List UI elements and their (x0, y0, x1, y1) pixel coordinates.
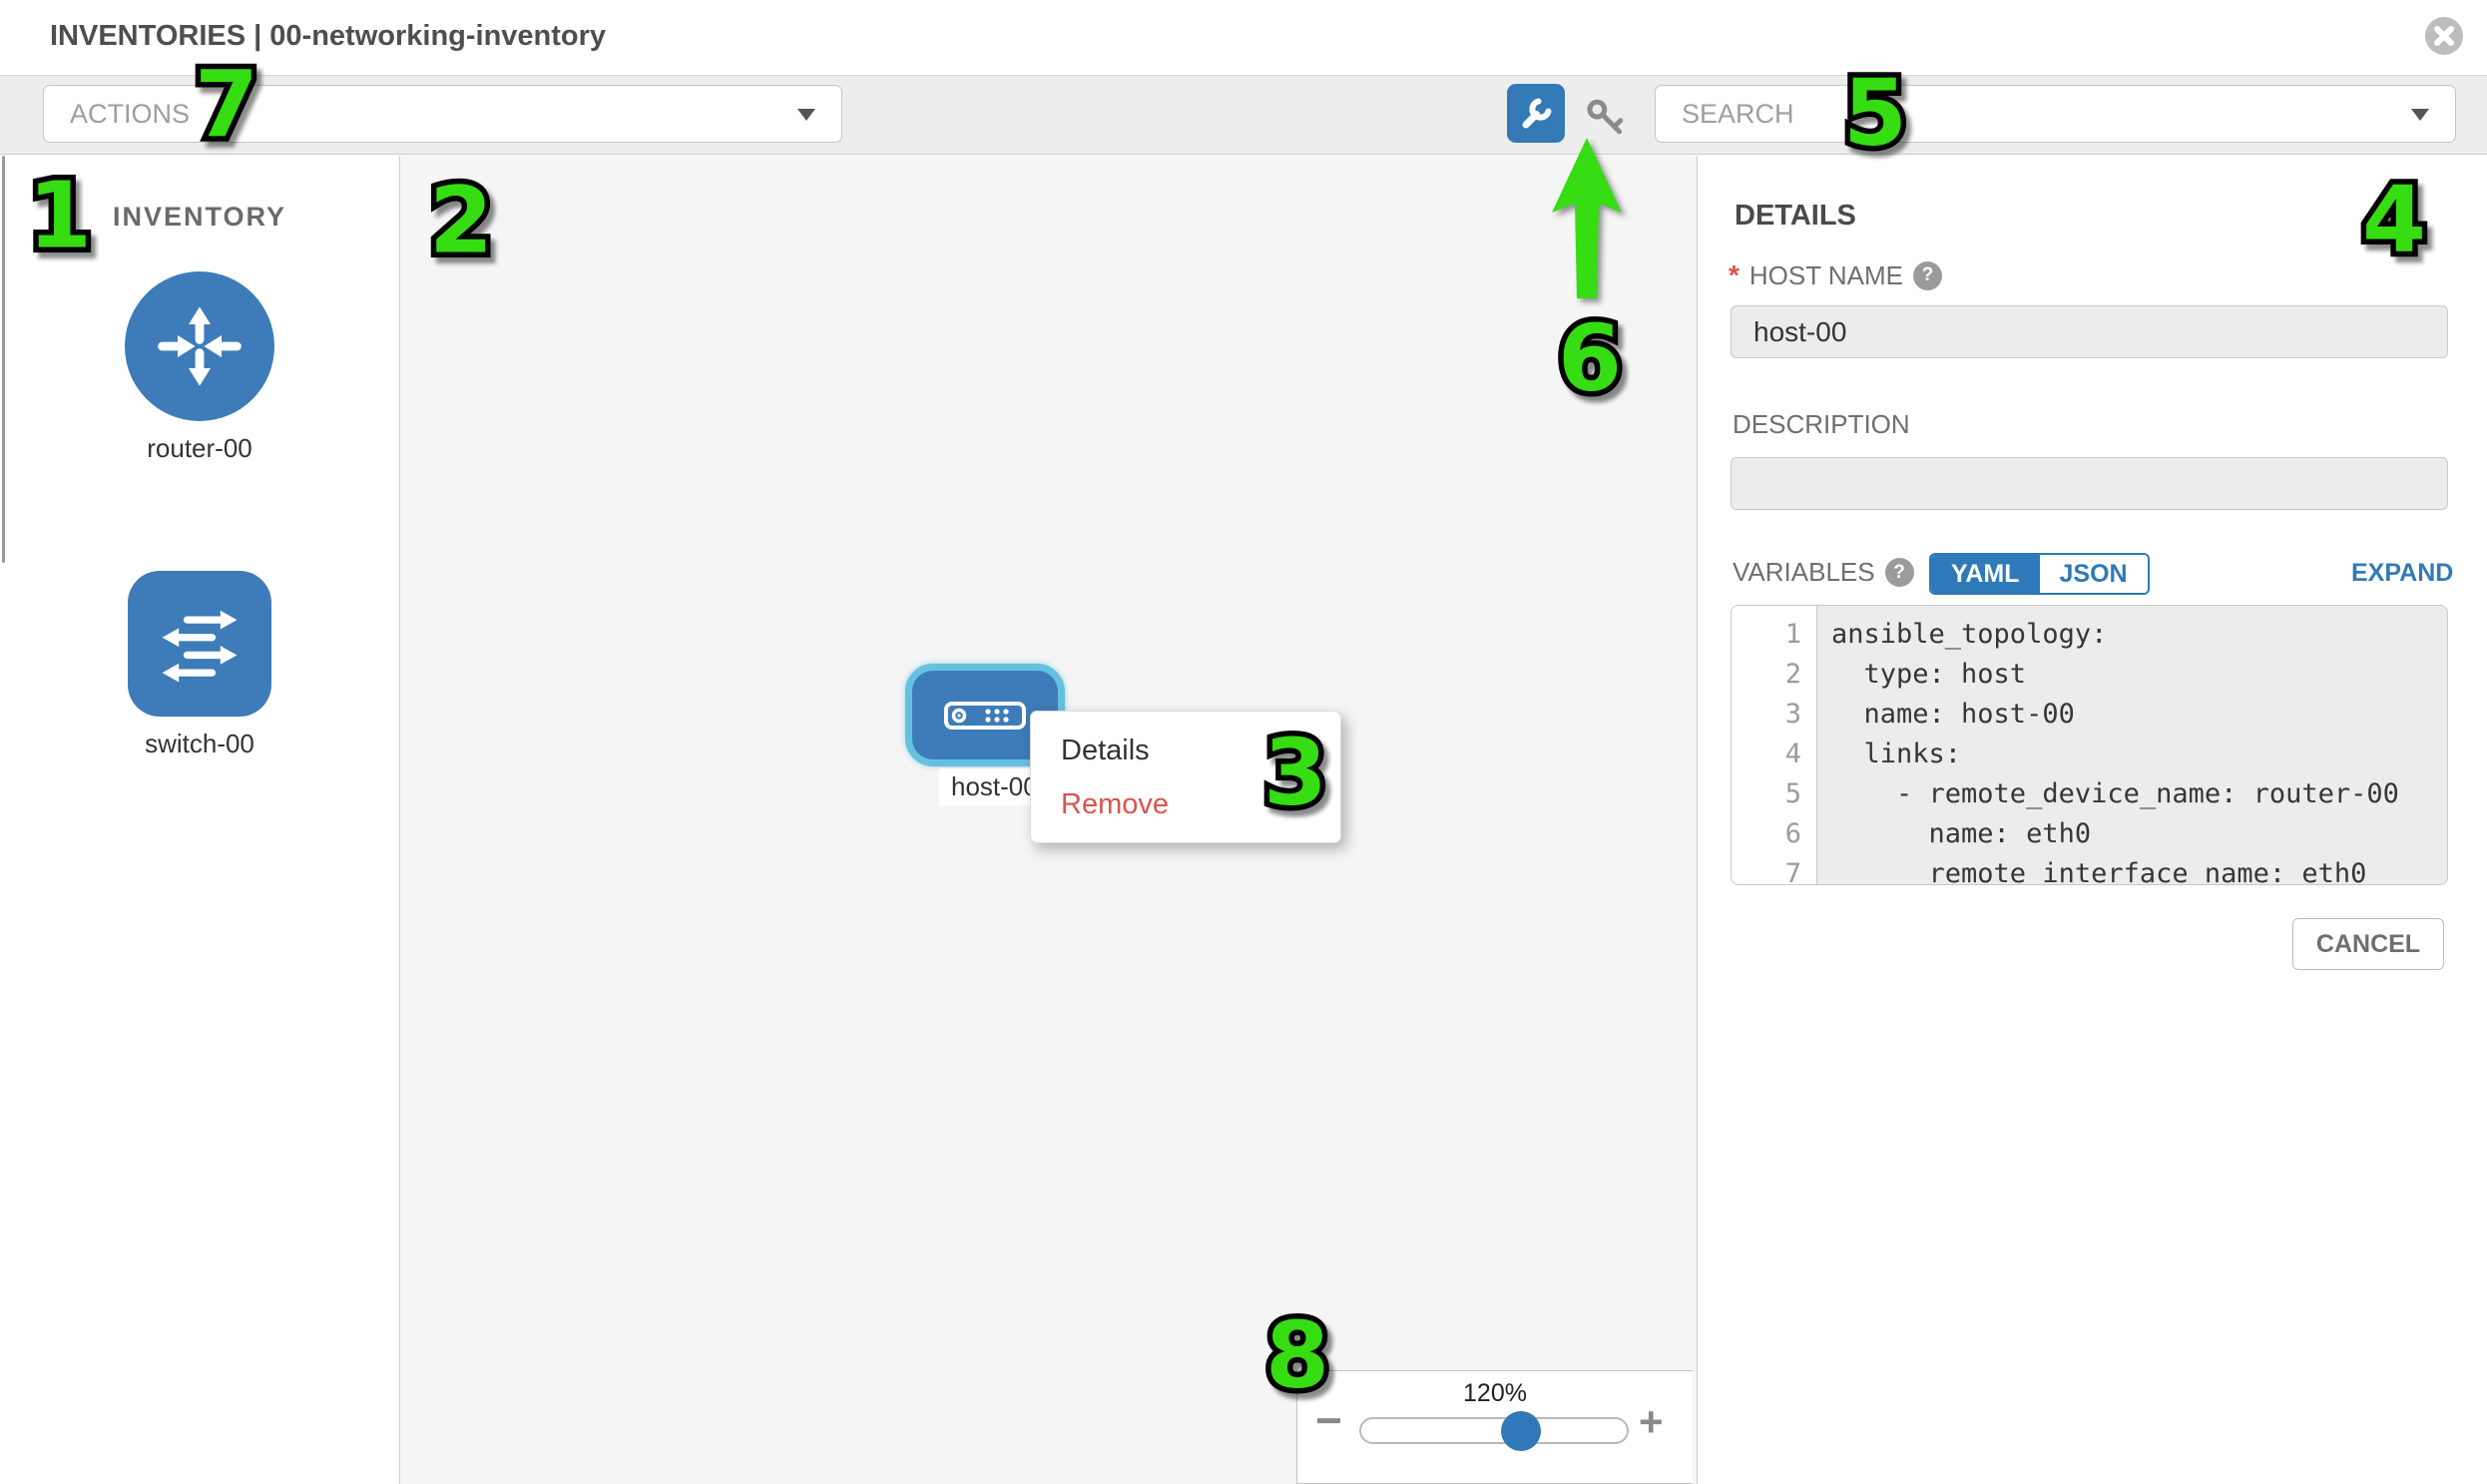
description-label-row: DESCRIPTION (1733, 409, 1910, 440)
variables-editor[interactable]: 1 ansible_topology: 2 type: host 3 name:… (1731, 605, 2448, 885)
help-icon[interactable]: ? (1913, 261, 1942, 290)
palette-item-label: switch-00 (145, 729, 254, 759)
host-icon (944, 702, 1026, 730)
variables-format-toggle: YAML JSON (1929, 553, 2150, 595)
actions-dropdown-placeholder: ACTIONS (70, 99, 190, 130)
palette-item-label: router-00 (147, 433, 252, 464)
chevron-down-icon (2411, 109, 2429, 121)
sidebar-heading: INVENTORY (0, 202, 399, 233)
description-input[interactable] (1731, 457, 2448, 510)
breadcrumb: INVENTORIES | 00-networking-inventory (50, 20, 606, 53)
description-label: DESCRIPTION (1733, 409, 1910, 440)
required-marker: * (1729, 259, 1740, 291)
palette-item-switch[interactable]: switch-00 (0, 571, 399, 759)
app-window: INVENTORIES | 00-networking-inventory AC… (0, 0, 2487, 1484)
line-text: remote_interface_name: eth0 (1817, 858, 2366, 886)
inventory-sidebar: INVENTORY router-00 (0, 156, 400, 1484)
close-icon[interactable] (2425, 17, 2463, 55)
line-text: ansible_topology: (1817, 619, 2107, 650)
host-name-input[interactable] (1731, 305, 2448, 358)
line-number: 7 (1732, 858, 1817, 886)
topology-canvas[interactable]: host-00 Details Remove 120% − + (400, 156, 1698, 1484)
zoom-slider[interactable] (1359, 1417, 1629, 1444)
zoom-in-button[interactable]: + (1639, 1399, 1664, 1445)
code-line: 1 ansible_topology: (1732, 614, 2447, 654)
line-number: 2 (1732, 659, 1817, 690)
editor-code: 1 ansible_topology: 2 type: host 3 name:… (1732, 614, 2447, 885)
palette-item-router[interactable]: router-00 (0, 271, 399, 464)
zoom-level: 120% (1297, 1379, 1693, 1408)
search-dropdown-placeholder: SEARCH (1682, 99, 1794, 130)
node-context-menu: Details Remove (1030, 711, 1341, 843)
toolbar: ACTIONS SEARCH (0, 75, 2487, 155)
line-number: 5 (1732, 778, 1817, 809)
switch-icon (128, 571, 271, 717)
line-text: name: host-00 (1817, 699, 2075, 730)
line-number: 3 (1732, 699, 1817, 730)
line-text: name: eth0 (1817, 818, 2091, 849)
line-number: 1 (1732, 619, 1817, 650)
line-text: type: host (1817, 659, 2026, 690)
details-heading: DETAILS (1735, 200, 1856, 233)
chevron-down-icon (797, 109, 815, 121)
x-glyph (2433, 25, 2455, 47)
line-number: 4 (1732, 739, 1817, 769)
cancel-button[interactable]: CANCEL (2292, 918, 2444, 970)
menu-item-details[interactable]: Details (1031, 724, 1340, 777)
code-line: 2 type: host (1732, 654, 2447, 694)
details-panel: DETAILS * HOST NAME ? DESCRIPTION VARIAB… (1699, 156, 2487, 1484)
key-button[interactable] (1582, 96, 1630, 138)
router-icon (125, 271, 274, 421)
host-name-label-row: * HOST NAME ? (1729, 259, 1942, 291)
title-bar: INVENTORIES | 00-networking-inventory (0, 0, 2487, 75)
zoom-widget: 120% − + (1296, 1370, 1693, 1484)
code-line: 4 links: (1732, 734, 2447, 773)
configure-button[interactable] (1507, 84, 1565, 143)
key-icon (1583, 96, 1629, 138)
menu-item-remove[interactable]: Remove (1031, 777, 1340, 831)
variables-label: VARIABLES (1733, 557, 1875, 588)
help-icon[interactable]: ? (1885, 558, 1914, 587)
variables-label-row: VARIABLES ? (1733, 557, 1914, 588)
wrench-icon (1516, 94, 1556, 134)
code-line: 5 - remote_device_name: router-00 (1732, 773, 2447, 813)
line-text: links: (1817, 739, 1961, 769)
code-line: 6 name: eth0 (1732, 813, 2447, 853)
host-name-label: HOST NAME (1749, 260, 1903, 291)
search-dropdown[interactable]: SEARCH (1655, 85, 2456, 143)
tab-json[interactable]: JSON (2040, 555, 2148, 593)
code-line: 3 name: host-00 (1732, 694, 2447, 734)
code-line: 7 remote_interface_name: eth0 (1732, 853, 2447, 885)
zoom-slider-thumb[interactable] (1501, 1411, 1541, 1451)
line-text: - remote_device_name: router-00 (1817, 778, 2399, 809)
expand-link[interactable]: EXPAND (2351, 559, 2453, 588)
line-number: 6 (1732, 818, 1817, 849)
tab-yaml[interactable]: YAML (1931, 555, 2040, 593)
actions-dropdown[interactable]: ACTIONS (43, 85, 842, 143)
zoom-out-button[interactable]: − (1315, 1397, 1342, 1443)
